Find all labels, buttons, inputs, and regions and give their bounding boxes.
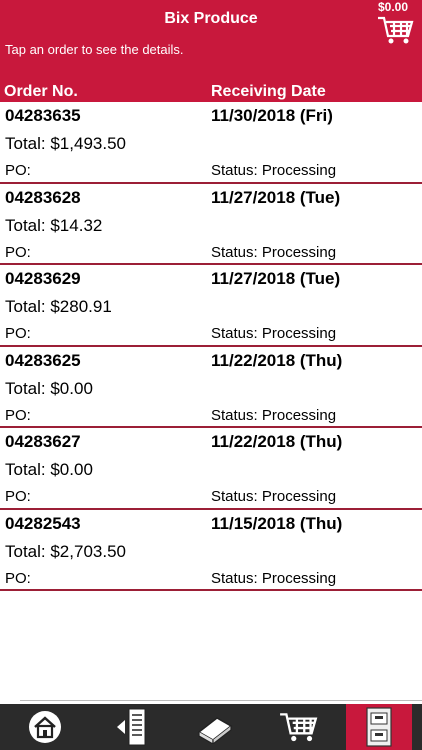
- order-row[interactable]: 04282543 11/15/2018 (Thu) Total: $2,703.…: [0, 510, 422, 591]
- divider: [20, 700, 422, 701]
- tab-bar: [0, 704, 422, 750]
- order-number: 04283627: [5, 432, 81, 451]
- tab-catalog[interactable]: [180, 704, 250, 750]
- order-total: Total: $0.00: [5, 460, 93, 479]
- receiving-date: 11/27/2018 (Tue): [211, 269, 341, 288]
- app-header: Bix Produce $0.00 Tap an order to see th…: [0, 0, 422, 102]
- order-status: Status: Processing: [211, 325, 337, 342]
- order-total: Total: $2,703.50: [5, 541, 126, 561]
- order-history-icon: [366, 707, 392, 747]
- receiving-date: 11/22/2018 (Thu): [211, 350, 343, 370]
- tab-orders[interactable]: [97, 704, 167, 750]
- order-number: 04282543: [5, 513, 81, 533]
- order-number: 04283635: [5, 106, 81, 125]
- order-list-icon: [117, 708, 146, 746]
- app-title: Bix Produce: [164, 10, 258, 27]
- order-row[interactable]: 04283635 11/30/2018 (Fri) Total: $1,493.…: [0, 102, 422, 184]
- order-row[interactable]: 04283625 11/22/2018 (Thu) Total: $0.00 P…: [0, 347, 422, 428]
- order-number: 04283629: [5, 269, 81, 288]
- order-number: 04283625: [5, 350, 81, 370]
- cart-icon[interactable]: [376, 14, 416, 46]
- order-row[interactable]: 04283628 11/27/2018 (Tue) Total: $14.32 …: [0, 184, 422, 265]
- order-row[interactable]: 04283629 11/27/2018 (Tue) Total: $280.91…: [0, 265, 422, 347]
- order-number: 04283628: [5, 187, 81, 207]
- order-total: Total: $280.91: [5, 297, 112, 316]
- column-header-order-no: Order No.: [4, 83, 78, 100]
- cart-icon: [280, 713, 318, 742]
- order-status: Status: Processing: [211, 406, 337, 424]
- order-total: Total: $14.32: [5, 215, 103, 235]
- order-po: PO:: [5, 406, 31, 424]
- order-status: Status: Processing: [211, 162, 337, 179]
- order-status: Status: Processing: [211, 243, 337, 261]
- tab-order-history[interactable]: [346, 704, 412, 750]
- order-list: 04283635 11/30/2018 (Fri) Total: $1,493.…: [0, 102, 422, 591]
- home-icon: [29, 711, 61, 743]
- catalog-icon: [197, 717, 233, 744]
- order-po: PO:: [5, 162, 31, 179]
- receiving-date: 11/22/2018 (Thu): [211, 432, 343, 451]
- order-po: PO:: [5, 325, 31, 342]
- order-status: Status: Processing: [211, 569, 337, 587]
- tab-cart[interactable]: [264, 704, 334, 750]
- order-po: PO:: [5, 569, 31, 587]
- receiving-date: 11/30/2018 (Fri): [211, 106, 333, 125]
- instruction-text: Tap an order to see the details.: [5, 42, 184, 57]
- tab-home[interactable]: [10, 704, 80, 750]
- order-po: PO:: [5, 488, 31, 505]
- order-total: Total: $1,493.50: [5, 134, 126, 153]
- order-status: Status: Processing: [211, 488, 337, 505]
- order-total: Total: $0.00: [5, 378, 93, 398]
- receiving-date: 11/15/2018 (Thu): [211, 513, 343, 533]
- order-row[interactable]: 04283627 11/22/2018 (Thu) Total: $0.00 P…: [0, 428, 422, 510]
- column-header-receiving-date: Receiving Date: [211, 83, 326, 100]
- cart-total[interactable]: $0.00: [378, 0, 408, 14]
- receiving-date: 11/27/2018 (Tue): [211, 187, 341, 207]
- order-po: PO:: [5, 243, 31, 261]
